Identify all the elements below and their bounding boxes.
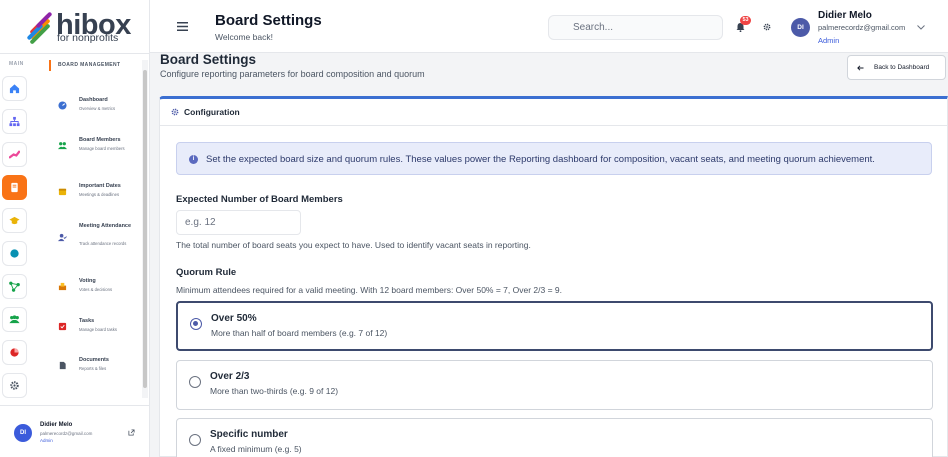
rail-donation-button[interactable] [2, 142, 27, 167]
sidebar-divider [0, 53, 150, 54]
page-title: Board Settings [160, 52, 257, 67]
sidebar-item-title: Important Dates [79, 183, 121, 189]
rail-team-button[interactable] [2, 307, 27, 332]
sidebar-item-title: Voting [79, 278, 96, 284]
sidebar-user-role: Admin [40, 438, 53, 443]
notification-badge: 53 [740, 16, 751, 25]
external-link-icon[interactable] [128, 429, 135, 436]
sidebar-item-desc: Overview & metrics [79, 106, 116, 111]
header-user-email: palmerecordz@gmail.com [818, 23, 906, 32]
gear-icon [171, 108, 179, 116]
quorum-option-over-two-thirds[interactable]: Over 2/3 More than two-thirds (e.g. 9 of… [176, 360, 933, 410]
calendar-icon [58, 188, 67, 196]
home-icon [9, 84, 20, 94]
sidebar-item-title: Dashboard [79, 97, 108, 103]
rail-network-button[interactable] [2, 274, 27, 299]
rail-education-button[interactable] [2, 208, 27, 233]
option-desc: More than two-thirds (e.g. 9 of 12) [210, 386, 339, 396]
header-user-role: Admin [818, 36, 840, 45]
vote-icon [58, 282, 67, 291]
info-alert: i Set the expected board size and quorum… [176, 142, 932, 175]
option-title: Over 2/3 [210, 371, 250, 382]
quorum-option-over-50[interactable]: Over 50% More than half of board members… [176, 301, 933, 351]
sidebar-user-name: Didier Melo [40, 422, 73, 428]
info-icon: i [189, 155, 198, 164]
avatar[interactable]: DI [791, 18, 810, 37]
sidebar-user-card: DI Didier Melo palmerecordz@gmail.com Ad… [0, 405, 150, 457]
radio-button[interactable] [189, 434, 201, 446]
sitemap-icon [9, 116, 20, 127]
donation-icon [9, 150, 20, 159]
header-user-name[interactable]: Didier Melo [818, 10, 872, 21]
quorum-rule-help: Minimum attendees required for a valid m… [176, 285, 562, 295]
sidebar-item-title: Documents [79, 357, 109, 363]
rail-circle-button[interactable] [2, 241, 27, 266]
hamburger-menu-icon[interactable] [177, 22, 188, 31]
rail-board-button[interactable] [2, 175, 27, 200]
search-input[interactable]: Search... [548, 15, 723, 40]
info-text: Set the expected board size and quorum r… [206, 154, 875, 165]
main-label: MAIN [9, 61, 24, 67]
option-desc: More than half of board members (e.g. 7 … [211, 328, 388, 338]
graduation-icon [9, 216, 20, 225]
radio-button[interactable] [189, 376, 201, 388]
header-title: Board Settings [215, 12, 322, 29]
card-header: Configuration [160, 99, 948, 126]
sidebar-user-email: palmerecordz@gmail.com [40, 431, 93, 436]
users-icon [58, 142, 67, 150]
avatar[interactable]: DI [14, 424, 32, 442]
page-subtitle: Configure reporting parameters for board… [160, 69, 425, 79]
quorum-option-specific-number[interactable]: Specific number A fixed minimum (e.g. 5) [176, 418, 933, 457]
quorum-rule-label: Quorum Rule [176, 267, 237, 278]
rail-settings-button[interactable] [2, 373, 27, 398]
sidebar-item-desc: Reports & files [79, 366, 107, 371]
user-check-icon [58, 233, 67, 242]
sidebar-item-desc: Manage board tasks [79, 327, 117, 332]
configuration-card: Configuration i Set the expected board s… [159, 96, 948, 457]
circle-icon [10, 249, 19, 258]
option-title: Over 50% [211, 313, 257, 324]
back-button-label: Back to Dashboard [874, 64, 930, 71]
dashboard-icon [58, 101, 67, 110]
brand-logo[interactable]: hibox for nonprofits [24, 9, 134, 44]
rail-reports-button[interactable] [2, 340, 27, 365]
expected-members-input[interactable]: e.g. 12 [176, 210, 301, 235]
radio-button[interactable] [190, 318, 202, 330]
sidebar-scroll-thumb[interactable] [143, 70, 147, 388]
sidebar-item-desc: Track attendance records [79, 241, 127, 246]
network-icon [9, 281, 20, 292]
expected-members-label: Expected Number of Board Members [176, 194, 343, 205]
top-header: Board Settings Welcome back! Search... 5… [150, 0, 948, 53]
pie-icon [10, 348, 19, 357]
sidebar-item-desc: Meetings & deadlines [79, 192, 120, 197]
hibox-logo-icon [27, 12, 52, 44]
back-to-dashboard-button[interactable]: Back to Dashboard [847, 55, 946, 80]
rail-sitemap-button[interactable] [2, 109, 27, 134]
option-desc: A fixed minimum (e.g. 5) [210, 444, 302, 454]
chevron-down-icon[interactable] [917, 25, 925, 30]
section-board-management: BOARD MANAGEMENT [49, 60, 121, 71]
gear-icon[interactable] [763, 23, 771, 31]
gear-icon [10, 381, 19, 390]
sidebar-item-title: Meeting Attendance [79, 223, 132, 229]
brand-tagline: for nonprofits [57, 32, 119, 44]
header-subtitle: Welcome back! [215, 32, 273, 42]
team-icon [9, 315, 20, 324]
sidebar-item-desc: Manage board members [79, 146, 125, 151]
option-title: Specific number [210, 429, 288, 440]
board-icon [11, 182, 18, 193]
rail-home-button[interactable] [2, 76, 27, 101]
sidebar-item-desc: Votes & decisions [79, 287, 113, 292]
card-title: Configuration [184, 107, 240, 117]
expected-members-help: The total number of board seats you expe… [176, 240, 531, 250]
sidebar-item-title: Tasks [79, 318, 95, 324]
document-icon [59, 361, 66, 370]
arrow-left-icon [857, 65, 864, 71]
sidebar-item-title: Board Members [79, 137, 121, 143]
tasks-icon [58, 322, 67, 331]
sidebar: hibox for nonprofits MAIN BOARD MANAGEME… [0, 0, 150, 457]
